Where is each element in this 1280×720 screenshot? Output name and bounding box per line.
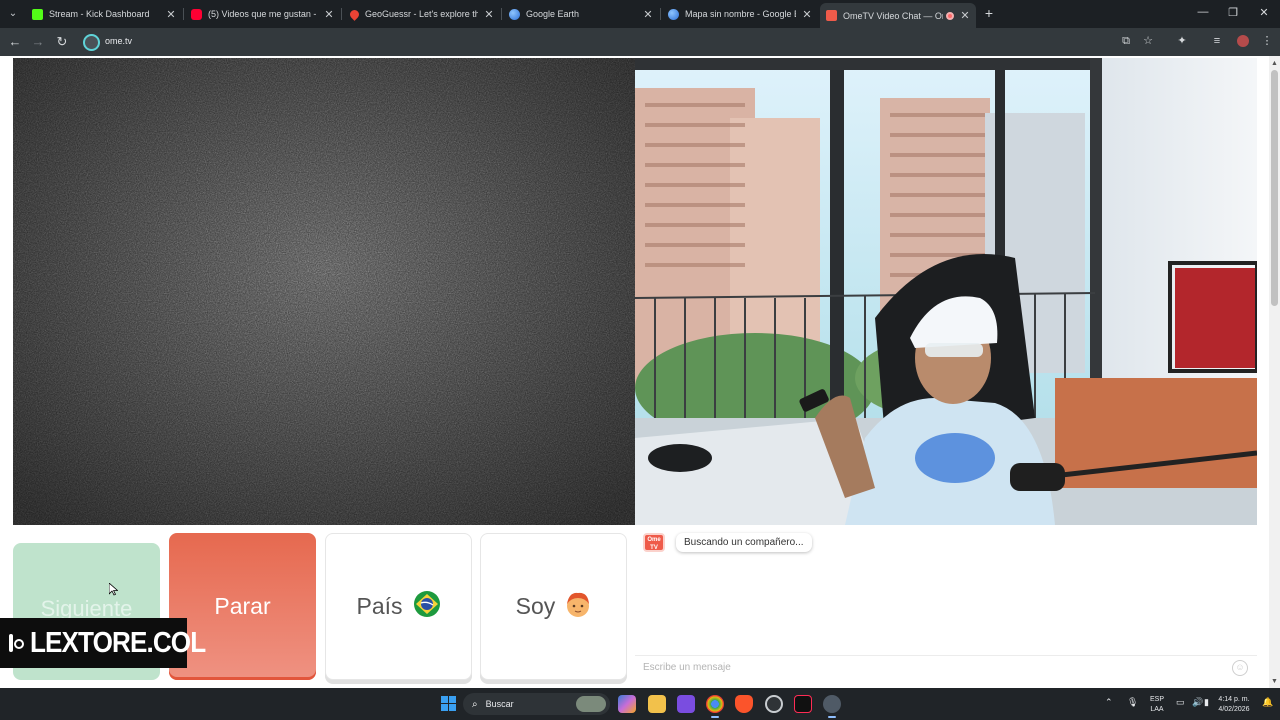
close-tab-icon[interactable]: ✕ xyxy=(802,8,812,21)
tab-title: Google Earth xyxy=(526,9,580,19)
minimize-icon[interactable]: — xyxy=(1197,6,1209,18)
tab-separator xyxy=(501,8,502,20)
close-tab-icon[interactable]: ✕ xyxy=(960,9,970,22)
mouse-cursor-icon xyxy=(109,583,118,596)
instagram-icon xyxy=(9,634,24,652)
chat-message-input[interactable]: Escribe un mensaje xyxy=(643,662,731,673)
clock-time: 4:14 p. m. xyxy=(1218,696,1250,703)
browser-menu-icon[interactable]: ⋮ xyxy=(1260,34,1274,48)
forward-icon[interactable]: → xyxy=(30,34,46,50)
tab-title: (5) Videos que me gustan - You xyxy=(208,9,318,19)
brave-icon[interactable] xyxy=(735,695,753,713)
extensions-icon[interactable]: ✦ xyxy=(1175,34,1189,48)
battery-icon[interactable]: ▮ xyxy=(1204,697,1209,708)
tiktok-icon[interactable] xyxy=(794,695,812,713)
tab-title: Stream - Kick Dashboard xyxy=(49,9,150,19)
language-code: ESP xyxy=(1149,696,1164,703)
tab-kick-dashboard[interactable]: Stream - Kick Dashboard ✕ xyxy=(26,3,182,25)
emoji-picker-icon[interactable]: ☺ xyxy=(1232,660,1248,676)
country-button-label: País xyxy=(356,593,403,619)
taskbar-clock[interactable]: 4:14 p. m. 4/02/2026 xyxy=(1210,695,1258,715)
copilot-icon[interactable] xyxy=(618,695,636,713)
tab-ometv[interactable]: OmeTV Video Chat — Ome ✕ xyxy=(820,3,976,28)
gender-filter-button[interactable]: Soy xyxy=(480,533,627,680)
youtube-icon xyxy=(191,8,202,20)
network-icon[interactable]: ▭ xyxy=(1176,697,1185,708)
chrome-icon[interactable] xyxy=(706,695,724,718)
ometv-icon xyxy=(826,10,837,21)
scrollbar-thumb[interactable] xyxy=(1271,70,1278,306)
tab-geoguessr[interactable]: GeoGuessr - Let's explore the w ✕ xyxy=(344,3,500,25)
show-hidden-icons[interactable]: ⌃ xyxy=(1105,697,1113,708)
stranger-video xyxy=(13,58,635,525)
kick-icon xyxy=(32,8,43,20)
new-tab-button[interactable]: + xyxy=(982,5,996,21)
stop-button-label: Parar xyxy=(214,593,271,619)
close-window-icon[interactable]: ✕ xyxy=(1258,6,1270,19)
webcam-video xyxy=(635,58,1257,525)
globe-icon xyxy=(509,8,520,20)
brazil-flag-icon xyxy=(413,590,441,624)
globe-icon xyxy=(668,8,679,20)
taskbar-search-label: Buscar xyxy=(485,699,514,709)
keyboard-layout: LAA xyxy=(1150,706,1164,713)
watermark-text: LEXTORE.COL xyxy=(30,626,206,659)
windows-start-icon[interactable] xyxy=(441,696,456,711)
video-noise-static xyxy=(13,58,635,525)
tab-search-icon[interactable]: ⌄ xyxy=(4,5,22,23)
search-highlight-icon xyxy=(576,696,606,712)
me-button-label: Soy xyxy=(515,593,556,619)
chat-status-message: Buscando un compañero... xyxy=(676,533,812,552)
tab-title: OmeTV Video Chat — Ome xyxy=(843,10,943,21)
streamer-watermark: LEXTORE.COL xyxy=(0,618,206,668)
back-icon[interactable]: ← xyxy=(7,34,23,50)
microphone-icon[interactable]: 🎙 xyxy=(1127,697,1138,708)
scroll-down-icon[interactable]: ▼ xyxy=(1270,678,1279,687)
media-control-icon[interactable]: ≡ xyxy=(1210,34,1224,48)
language-indicator[interactable]: ESP LAA xyxy=(1146,695,1168,715)
site-info-icon[interactable] xyxy=(83,34,100,51)
settings-gear-icon[interactable] xyxy=(823,695,841,718)
volume-icon[interactable]: 🔊 xyxy=(1192,697,1203,708)
close-tab-icon[interactable]: ✕ xyxy=(166,8,176,21)
search-icon: ⌕ xyxy=(472,698,478,710)
scroll-up-icon[interactable]: ▲ xyxy=(1270,60,1279,69)
tab-google-earth[interactable]: Google Earth ✕ xyxy=(503,3,659,25)
webcam-scene xyxy=(635,58,1257,525)
tab-separator xyxy=(341,8,342,20)
close-tab-icon[interactable]: ✕ xyxy=(484,8,494,21)
profile-avatar[interactable] xyxy=(1237,35,1249,47)
country-filter-button[interactable]: País xyxy=(325,533,472,680)
bookmark-star-icon[interactable]: ☆ xyxy=(1141,34,1155,48)
recording-icon xyxy=(946,11,954,20)
boy-emoji-icon xyxy=(565,590,591,624)
ometv-logo: Ome TV xyxy=(643,533,665,552)
chat-divider xyxy=(635,655,1257,656)
close-tab-icon[interactable]: ✕ xyxy=(324,8,334,21)
tab-title: Mapa sin nombre - Google Eart xyxy=(685,9,796,19)
tab-youtube[interactable]: (5) Videos que me gustan - You ✕ xyxy=(185,3,340,25)
address-bar[interactable]: ome.tv xyxy=(105,36,132,46)
tab-title: GeoGuessr - Let's explore the w xyxy=(365,9,478,19)
app-icon[interactable] xyxy=(677,695,695,713)
taskbar-search[interactable]: ⌕ Buscar xyxy=(463,693,610,715)
file-explorer-icon[interactable] xyxy=(648,695,666,713)
browser-toolbar xyxy=(0,28,1280,56)
obs-icon[interactable] xyxy=(765,695,783,713)
windows-taskbar xyxy=(0,688,1280,720)
clock-date: 4/02/2026 xyxy=(1218,706,1250,713)
tab-google-earth-map[interactable]: Mapa sin nombre - Google Eart ✕ xyxy=(662,3,818,25)
install-app-icon[interactable]: ⧉ xyxy=(1119,34,1133,48)
close-tab-icon[interactable]: ✕ xyxy=(643,8,653,21)
reload-icon[interactable]: ↻ xyxy=(54,34,70,50)
tab-separator xyxy=(660,8,661,20)
notifications-icon[interactable]: 🔔 xyxy=(1262,697,1273,708)
maximize-icon[interactable]: ❐ xyxy=(1227,6,1239,19)
tab-separator xyxy=(183,8,184,20)
map-pin-icon xyxy=(348,7,361,21)
